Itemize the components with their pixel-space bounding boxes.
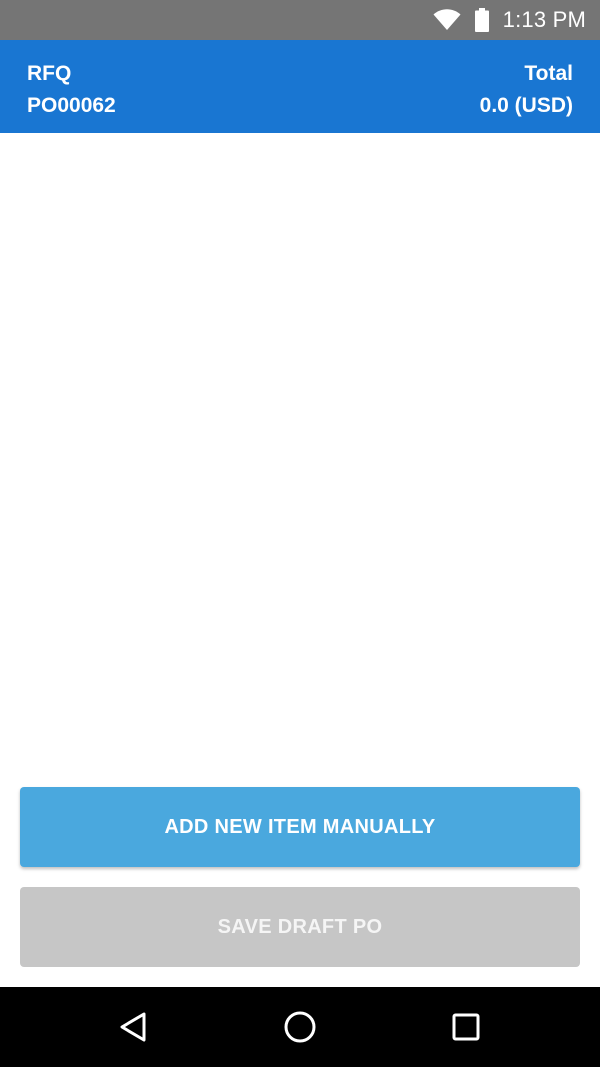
status-bar: 1:13 PM: [0, 0, 600, 40]
rfq-label: RFQ: [27, 62, 72, 85]
home-icon[interactable]: [250, 987, 350, 1067]
status-icons: 1:13 PM: [433, 0, 586, 40]
total-value: 0.0 (USD): [479, 94, 573, 117]
status-time: 1:13 PM: [502, 7, 586, 32]
rfq-block: RFQ PO00062: [27, 58, 116, 122]
add-new-item-button[interactable]: ADD NEW ITEM MANUALLY: [20, 787, 580, 867]
wifi-icon: [433, 9, 461, 31]
save-draft-po-button[interactable]: SAVE DRAFT PO: [20, 887, 580, 967]
screen: 1:13 PM RFQ PO00062 Total 0.0 (USD) ADD …: [0, 0, 600, 1067]
total-label: Total: [524, 62, 573, 85]
navigation-bar: [0, 987, 600, 1067]
total-block: Total 0.0 (USD): [480, 58, 573, 122]
recents-icon[interactable]: [416, 987, 516, 1067]
item-list-area: [0, 133, 600, 773]
rfq-number: PO00062: [27, 94, 116, 117]
app-header: RFQ PO00062 Total 0.0 (USD): [0, 40, 600, 133]
back-icon[interactable]: [84, 987, 184, 1067]
battery-icon: [474, 8, 489, 32]
